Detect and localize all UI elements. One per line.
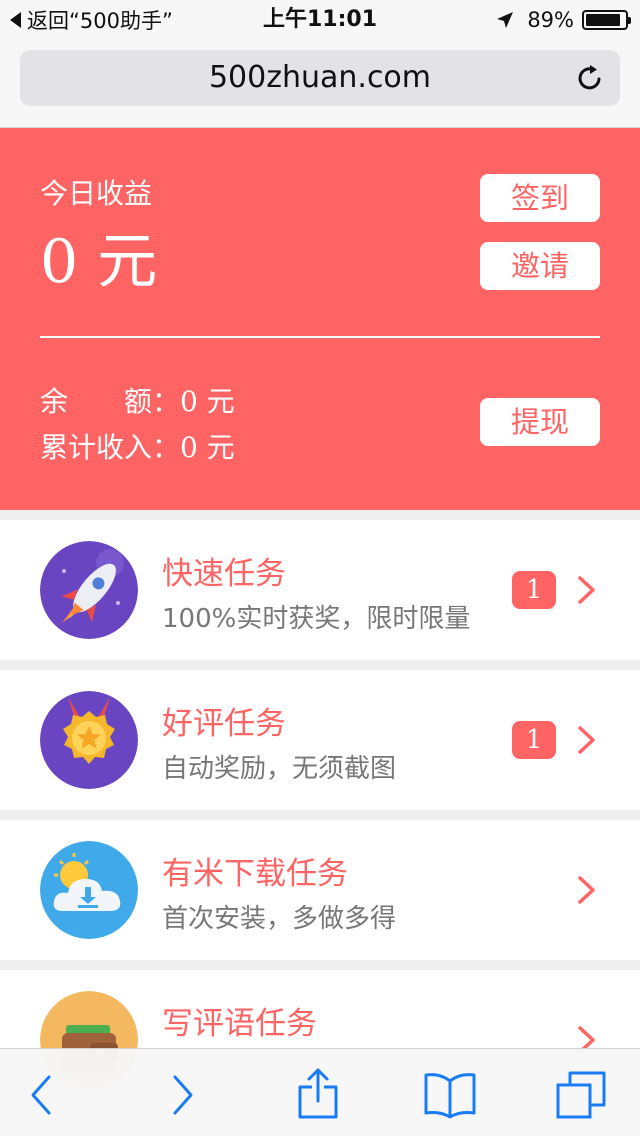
medal-icon [40,691,138,789]
chevron-right-icon[interactable] [576,875,598,905]
tabs-icon[interactable] [554,1067,610,1123]
url-field[interactable]: 500zhuan.com [20,50,620,106]
status-right: 89% [495,6,631,34]
bookmarks-icon[interactable] [422,1067,478,1123]
task-title: 好评任务 [162,706,286,742]
chevron-right-icon[interactable] [576,575,598,605]
rocket-icon [40,541,138,639]
battery-level [586,14,620,26]
task-count-badge: 1 [512,571,556,609]
back-icon[interactable] [14,1067,70,1123]
total-income-label: 累计收入： [40,431,181,464]
task-row-download[interactable]: 有米下载任务 首次安装，多做多得 [0,820,640,960]
cloud-download-icon [40,841,138,939]
task-count-badge: 1 [512,721,556,759]
battery-icon [582,10,631,30]
url-text: 500zhuan.com [208,60,432,95]
share-icon[interactable] [290,1067,346,1123]
balance-label: 余 额： [40,385,181,418]
battery-percent: 89% [527,8,574,32]
today-earnings-value: 0 元 [40,227,158,297]
task-row-review[interactable]: 好评任务 自动奖励，无须截图 1 [0,670,640,810]
browser-toolbar [0,1048,640,1136]
total-income-line: 累计收入：0 元 [40,430,235,466]
chevron-right-icon[interactable] [576,725,598,755]
task-subtitle: 首次安装，多做多得 [162,904,397,934]
balance-value: 0 元 [180,385,235,418]
invite-button[interactable]: 邀请 [480,242,600,290]
task-title: 有米下载任务 [162,856,348,892]
sign-in-button[interactable]: 签到 [480,174,600,222]
balance-line: 余 额：0 元 [40,384,235,420]
browser-address-bar: 500zhuan.com [0,40,640,128]
task-row-quick[interactable]: 快速任务 100%实时获奖，限时限量 1 [0,520,640,660]
task-title: 写评语任务 [162,1006,317,1042]
location-arrow-icon [497,12,514,28]
divider [40,336,600,338]
task-subtitle: 自动奖励，无须截图 [162,754,397,784]
forward-icon[interactable] [154,1067,210,1123]
reload-icon[interactable] [574,62,606,94]
withdraw-button[interactable]: 提现 [480,398,600,446]
task-subtitle: 100%实时获奖，限时限量 [162,604,471,634]
task-title: 快速任务 [162,556,286,592]
total-income-value: 0 元 [180,431,235,464]
earnings-card: 今日收益 0 元 签到 邀请 余 额：0 元 累计收入：0 元 提现 [0,128,640,510]
today-earnings-label: 今日收益 [40,177,153,210]
status-bar: 返回“500助手” 上午11:01 89% [0,0,640,40]
